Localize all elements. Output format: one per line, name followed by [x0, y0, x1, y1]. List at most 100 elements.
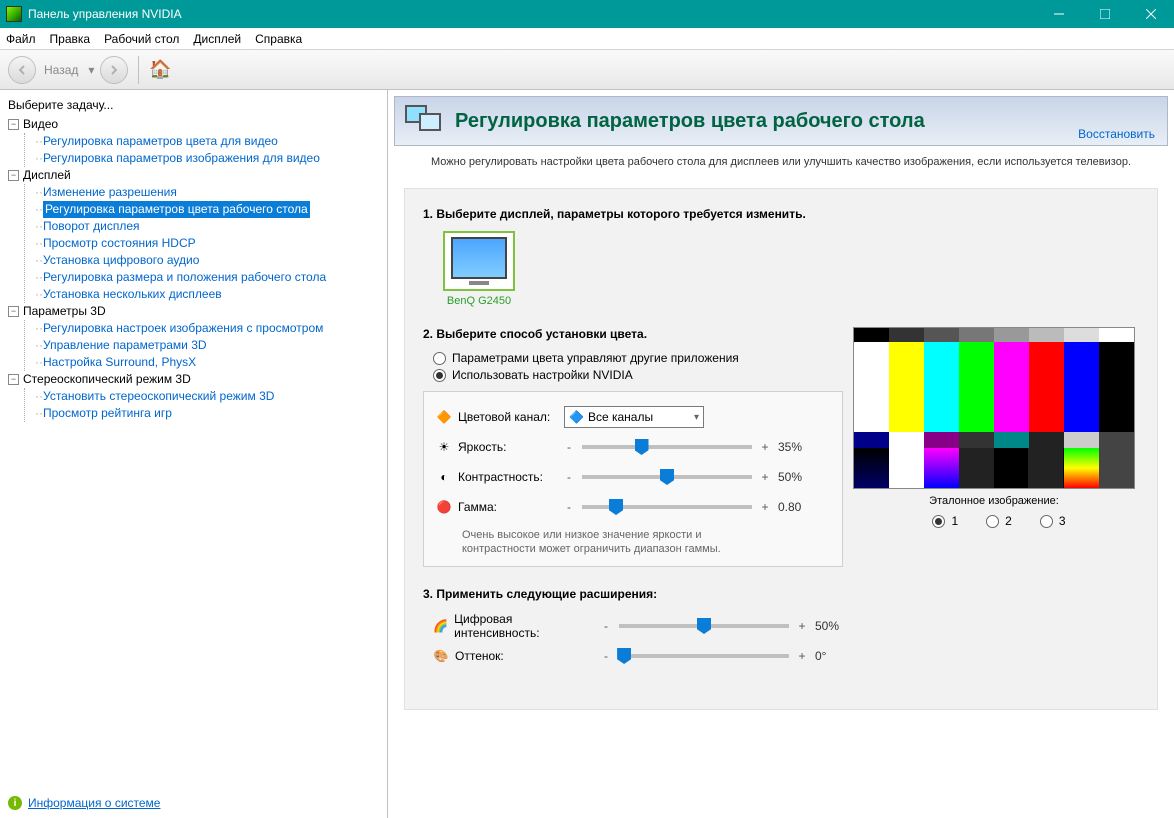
radio-icon — [433, 352, 446, 365]
header-monitors-icon — [405, 105, 445, 137]
radio-nvidia-label: Использовать настройки NVIDIA — [452, 368, 633, 382]
tree-toggle-icon[interactable]: − — [8, 306, 19, 317]
channel-select[interactable]: 🔷 Все каналы ▾ — [564, 406, 704, 428]
tree-link[interactable]: Поворот дисплея — [43, 218, 140, 235]
hue-slider[interactable] — [619, 654, 789, 658]
step1-title: 1. Выберите дисплей, параметры которого … — [423, 207, 1139, 221]
contrast-label: Контрастность: — [458, 470, 543, 484]
back-dropdown[interactable]: ▾ — [88, 63, 94, 77]
tree-link[interactable]: Просмотр рейтинга игр — [43, 405, 172, 422]
sidebar-footer: i Информация о системе — [8, 796, 160, 810]
brightness-icon: ☀ — [436, 439, 452, 455]
radio-other-label: Параметрами цвета управляют другие прило… — [452, 351, 739, 365]
menu-display[interactable]: Дисплей — [193, 32, 241, 46]
sidebar-task-title: Выберите задачу... — [8, 96, 387, 116]
reference-radio-3[interactable]: 3 — [1040, 514, 1066, 528]
minimize-button[interactable] — [1036, 0, 1082, 28]
tree-link[interactable]: Установить стереоскопический режим 3D — [43, 388, 274, 405]
titlebar: Панель управления NVIDIA — [0, 0, 1174, 28]
gamma-label: Гамма: — [458, 500, 497, 514]
settings-panel: 1. Выберите дисплей, параметры которого … — [404, 188, 1158, 710]
tree-group-label[interactable]: Видео — [23, 117, 58, 131]
tree-link[interactable]: Настройка Surround, PhysX — [43, 354, 196, 371]
vibrance-value: 50% — [815, 619, 855, 633]
tree-toggle-icon[interactable]: − — [8, 170, 19, 181]
tree-link[interactable]: Регулировка параметров цвета рабочего ст… — [43, 201, 310, 218]
tree-group-label[interactable]: Дисплей — [23, 168, 71, 182]
contrast-icon: ◐ — [436, 469, 452, 485]
tree-link[interactable]: Регулировка настроек изображения с просм… — [43, 320, 323, 337]
minus-icon: - — [564, 500, 574, 514]
minus-icon: - — [564, 440, 574, 454]
nav-tree: −Видео··Регулировка параметров цвета для… — [8, 116, 387, 422]
plus-icon: + — [760, 500, 770, 514]
menu-help[interactable]: Справка — [255, 32, 302, 46]
tree-link[interactable]: Изменение разрешения — [43, 184, 177, 201]
intro-text: Можно регулировать настройки цвета рабоч… — [404, 156, 1158, 168]
gamma-icon: 🔴 — [436, 499, 452, 515]
chevron-down-icon: ▾ — [694, 412, 699, 423]
maximize-button[interactable] — [1082, 0, 1128, 28]
system-info-link[interactable]: Информация о системе — [28, 796, 160, 810]
contrast-value: 50% — [778, 470, 818, 484]
channel-value: Все каналы — [588, 410, 653, 424]
content-header: Регулировка параметров цвета рабочего ст… — [394, 96, 1168, 146]
channel-label: Цветовой канал: — [458, 410, 550, 424]
tree-toggle-icon[interactable]: − — [8, 374, 19, 385]
vibrance-slider[interactable] — [619, 624, 789, 628]
menu-edit[interactable]: Правка — [50, 32, 91, 46]
monitor-name: BenQ G2450 — [443, 295, 515, 307]
home-button[interactable]: 🏠 — [149, 59, 171, 80]
tree-link[interactable]: Просмотр состояния HDCP — [43, 235, 196, 252]
tree-toggle-icon[interactable]: − — [8, 119, 19, 130]
plus-icon: + — [797, 649, 807, 663]
menu-desktop[interactable]: Рабочий стол — [104, 32, 179, 46]
plus-icon: + — [760, 440, 770, 454]
tree-link[interactable]: Регулировка параметров цвета для видео — [43, 133, 278, 150]
nvidia-app-icon — [6, 6, 22, 22]
tree-group-label[interactable]: Стереоскопический режим 3D — [23, 372, 191, 386]
back-label: Назад — [44, 63, 78, 77]
vibrance-icon: 🌈 — [433, 618, 448, 634]
menu-file[interactable]: Файл — [6, 32, 36, 46]
radio-icon — [433, 369, 446, 382]
tree-link[interactable]: Регулировка параметров изображения для в… — [43, 150, 320, 167]
plus-icon: + — [797, 619, 807, 633]
forward-button[interactable] — [100, 56, 128, 84]
info-icon: i — [8, 796, 22, 810]
minus-icon: - — [564, 470, 574, 484]
contrast-slider[interactable] — [582, 475, 752, 479]
content: Регулировка параметров цвета рабочего ст… — [388, 90, 1174, 818]
toolbar: Назад ▾ 🏠 — [0, 50, 1174, 90]
reference-radio-1[interactable]: 1 — [932, 514, 958, 528]
reference-radio-2[interactable]: 2 — [986, 514, 1012, 528]
plus-icon: + — [760, 470, 770, 484]
tree-link[interactable]: Установка нескольких дисплеев — [43, 286, 222, 303]
color-bars — [853, 327, 1135, 489]
gamma-slider[interactable] — [582, 505, 752, 509]
hue-value: 0° — [815, 649, 855, 663]
hue-icon: 🎨 — [433, 648, 449, 664]
tree-link[interactable]: Установка цифрового аудио — [43, 252, 199, 269]
minus-icon: - — [601, 619, 611, 633]
back-button[interactable] — [8, 56, 36, 84]
color-settings-box: 🔶 Цветовой канал: 🔷 Все каналы ▾ ☀ Яркость… — [423, 391, 843, 567]
channel-icon: 🔶 — [436, 409, 452, 425]
tree-link[interactable]: Регулировка размера и положения рабочего… — [43, 269, 326, 286]
gamma-note: Очень высокое или низкое значение яркост… — [462, 528, 830, 556]
brightness-slider[interactable] — [582, 445, 752, 449]
gamma-value: 0.80 — [778, 500, 818, 514]
palette-icon: 🔷 — [569, 410, 584, 424]
tree-link[interactable]: Управление параметрами 3D — [43, 337, 207, 354]
brightness-label: Яркость: — [458, 440, 506, 454]
restore-link[interactable]: Восстановить — [1078, 127, 1155, 141]
hue-label: Оттенок: — [455, 649, 504, 663]
menubar: Файл Правка Рабочий стол Дисплей Справка — [0, 28, 1174, 50]
window-title: Панель управления NVIDIA — [28, 7, 1036, 21]
monitor-thumbnail[interactable] — [443, 231, 515, 291]
tree-group-label[interactable]: Параметры 3D — [23, 304, 106, 318]
vibrance-label: Цифровая интенсивность: — [454, 612, 593, 640]
close-button[interactable] — [1128, 0, 1174, 28]
brightness-value: 35% — [778, 440, 818, 454]
reference-label: Эталонное изображение: — [853, 495, 1135, 507]
